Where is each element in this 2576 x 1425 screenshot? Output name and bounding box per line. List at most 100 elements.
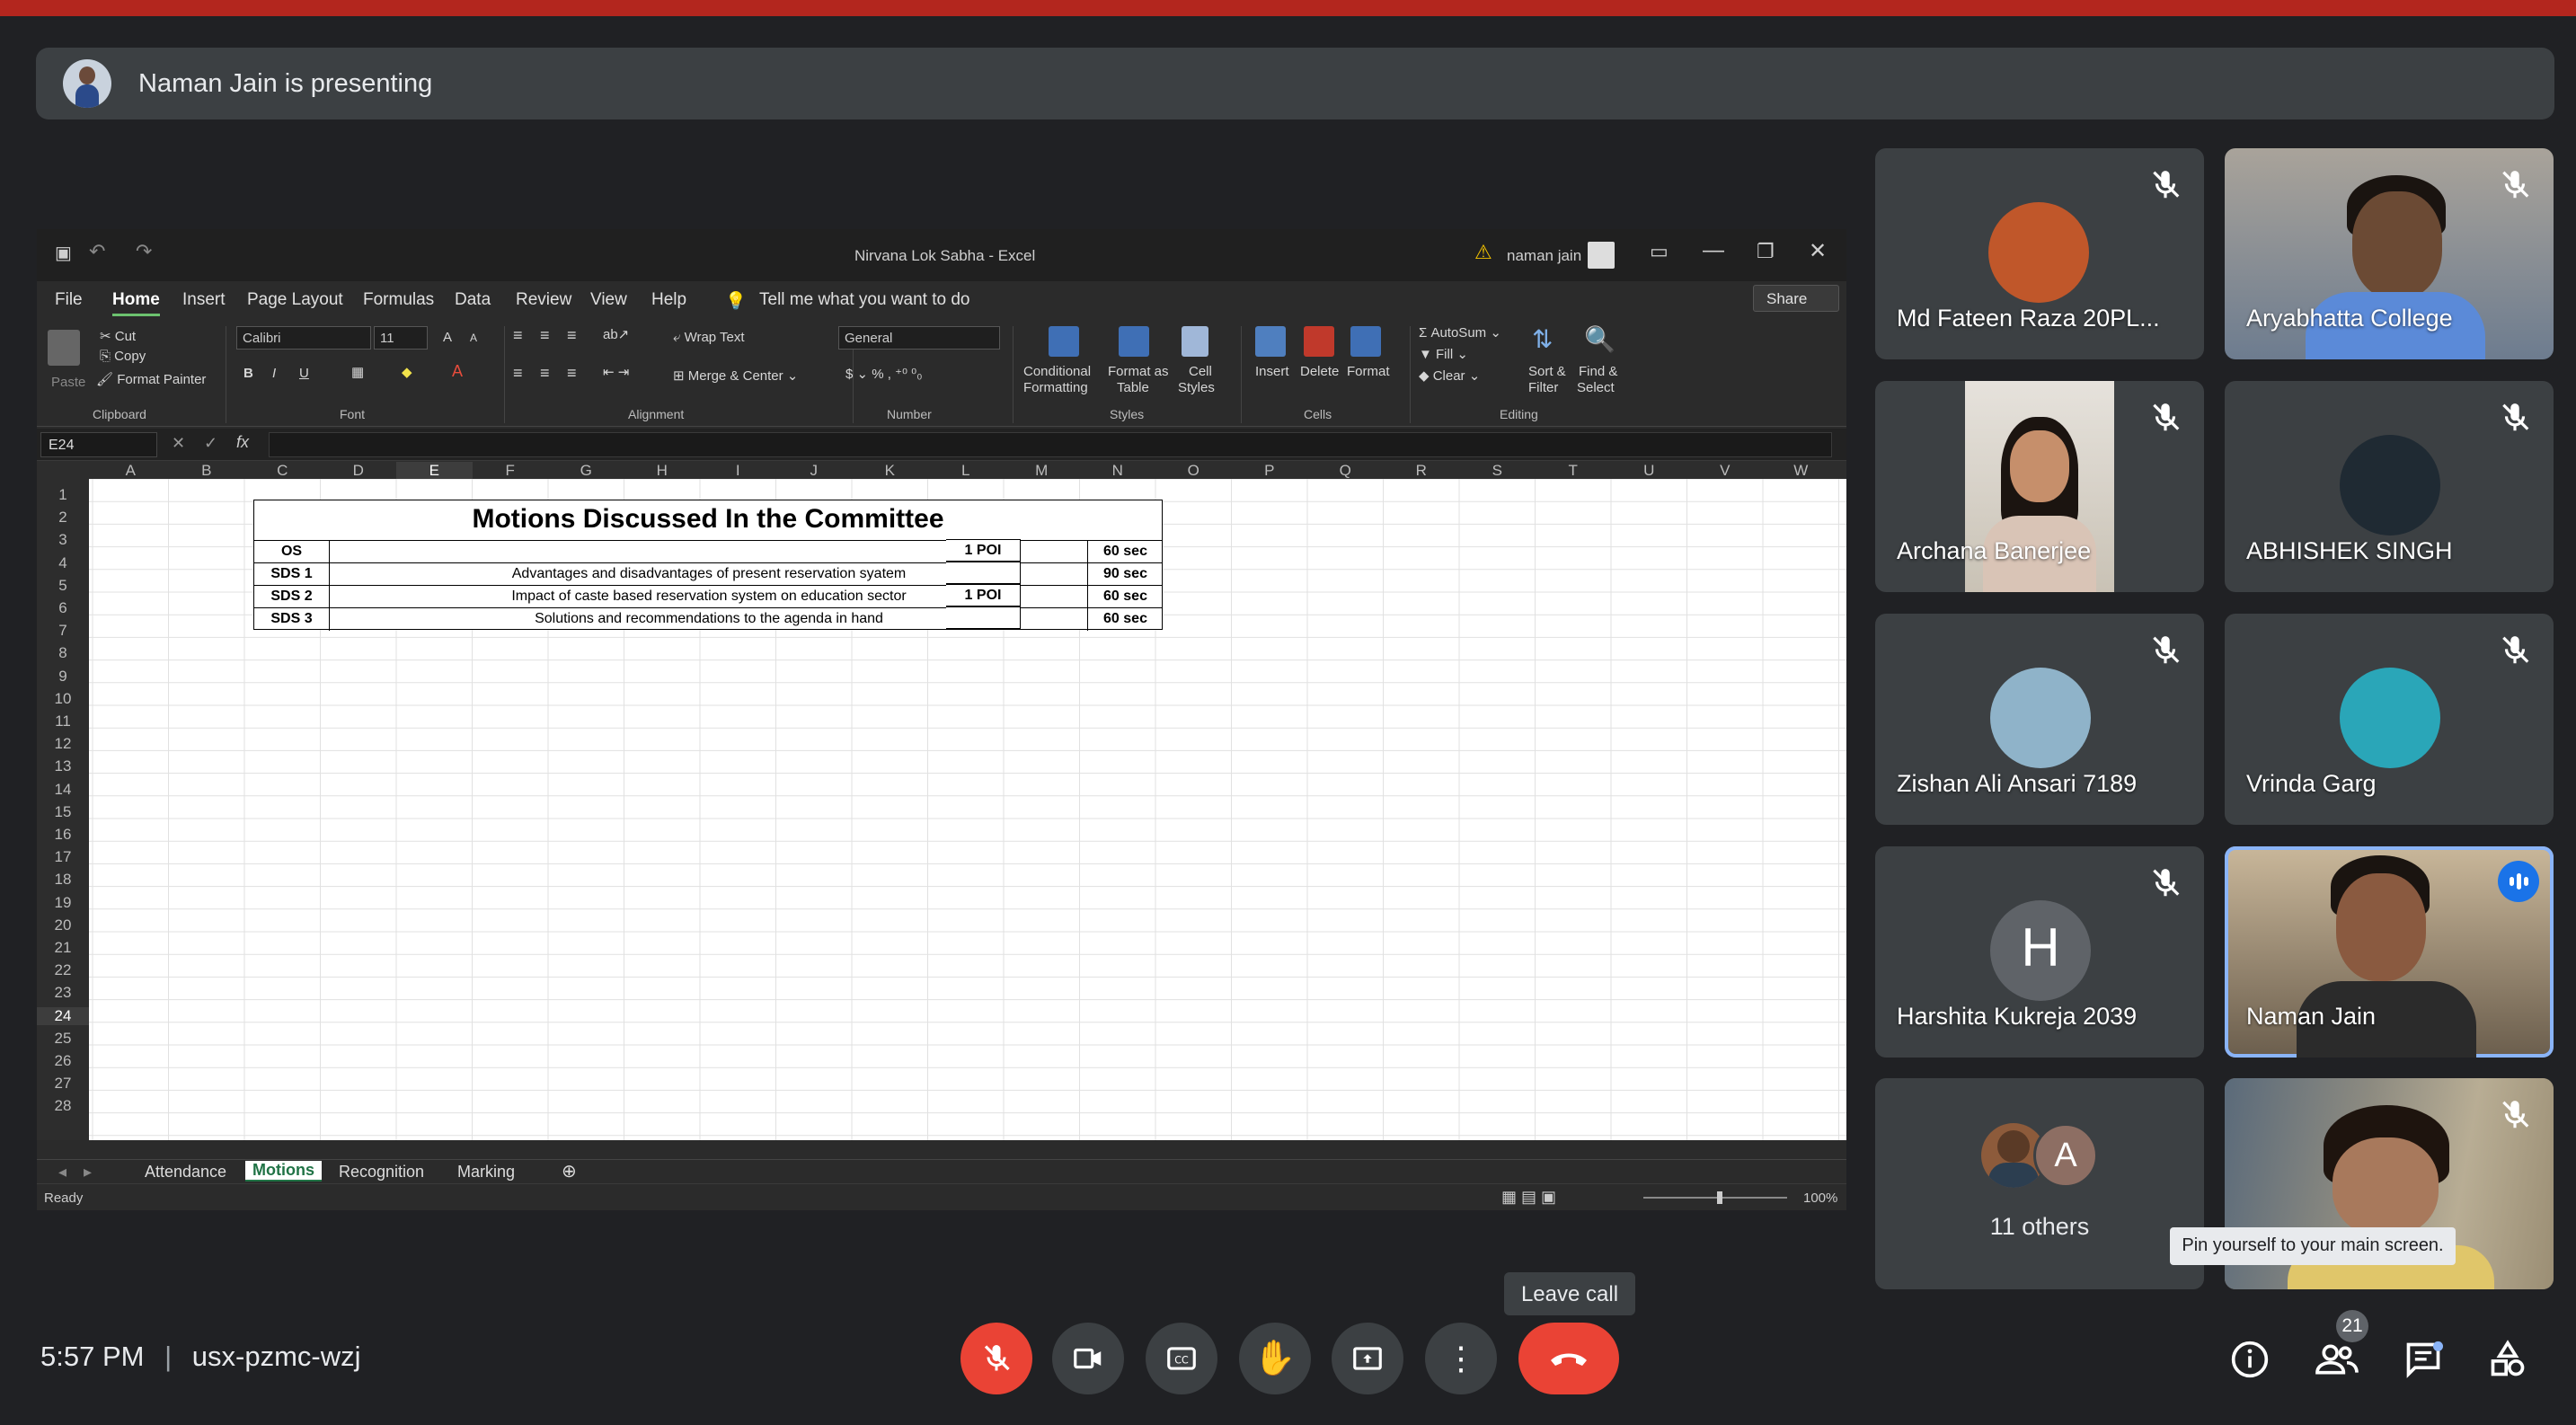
tell-me-search[interactable]: Tell me what you want to do [759,290,969,310]
decrease-font-icon[interactable]: A [470,332,477,344]
tab-view[interactable]: View [590,290,627,310]
column-header-T[interactable]: T [1536,462,1612,480]
row-header-22[interactable]: 22 [37,961,89,979]
column-header-R[interactable]: R [1384,462,1460,480]
column-header-A[interactable]: A [93,462,169,480]
tab-page-layout[interactable]: Page Layout [247,290,343,310]
row-header-6[interactable]: 6 [37,599,89,617]
row-header-20[interactable]: 20 [37,916,89,934]
align-top-icon[interactable]: ≡ [513,326,523,345]
number-format-select[interactable]: General [838,326,1000,350]
close-icon[interactable]: ✕ [1809,238,1827,264]
insert-cells-icon[interactable] [1255,326,1286,357]
fill-button[interactable]: ▼ Fill ⌄ [1419,346,1468,362]
sort-filter-label[interactable]: Sort & [1528,364,1566,379]
enter-formula-icon[interactable]: ✓ [204,434,217,453]
conditional-formatting-label-2[interactable]: Formatting [1023,380,1088,395]
find-select-icon[interactable]: 🔍 [1584,324,1616,354]
align-center-icon[interactable]: ≡ [540,364,550,383]
format-as-table-label[interactable]: Format as [1108,364,1169,379]
column-header-N[interactable]: N [1080,462,1156,480]
format-as-table-label-2[interactable]: Table [1117,380,1149,395]
minimize-icon[interactable]: — [1703,238,1724,263]
zoom-thumb[interactable] [1717,1191,1722,1204]
others-tile[interactable]: A 11 others [1875,1078,2204,1289]
column-header-O[interactable]: O [1155,462,1232,480]
column-header-E[interactable]: E [396,462,473,480]
cell-styles-label-2[interactable]: Styles [1178,380,1215,395]
row-header-8[interactable]: 8 [37,644,89,662]
tab-home[interactable]: Home [112,290,160,316]
row-header-5[interactable]: 5 [37,577,89,595]
mic-toggle-button[interactable] [960,1323,1032,1394]
row-header-7[interactable]: 7 [37,622,89,640]
formula-input[interactable] [269,432,1832,457]
column-header-M[interactable]: M [1004,462,1080,480]
cell-styles-label[interactable]: Cell [1189,364,1212,379]
row-header-12[interactable]: 12 [37,735,89,753]
row-header-24[interactable]: 24 [37,1006,89,1025]
ribbon-display-icon[interactable]: ▭ [1650,240,1669,263]
delete-cells-label[interactable]: Delete [1300,364,1339,379]
autosum-button[interactable]: Σ AutoSum ⌄ [1419,324,1501,341]
font-name-select[interactable]: Calibri [236,326,371,350]
column-header-J[interactable]: J [776,462,853,480]
row-header-26[interactable]: 26 [37,1052,89,1070]
row-header-4[interactable]: 4 [37,554,89,572]
chat-button[interactable] [2399,1335,2448,1384]
align-bottom-icon[interactable]: ≡ [567,326,577,345]
row-header-25[interactable]: 25 [37,1030,89,1048]
font-color-icon[interactable]: A [452,362,463,381]
format-cells-label[interactable]: Format [1347,364,1390,379]
captions-button[interactable]: CC [1146,1323,1217,1394]
participant-tile[interactable]: H Harshita Kukreja 2039 [1875,846,2204,1058]
number-format-icons[interactable]: $ ⌄ % , ⁺⁰ ⁰₀ [845,366,922,382]
row-header-17[interactable]: 17 [37,848,89,866]
bold-button[interactable]: B [243,366,253,381]
raise-hand-button[interactable]: ✋ [1239,1323,1311,1394]
more-options-button[interactable]: ⋮ [1425,1323,1497,1394]
tab-data[interactable]: Data [455,290,491,310]
column-header-I[interactable]: I [700,462,776,480]
column-header-B[interactable]: B [169,462,245,480]
font-size-select[interactable]: 11 [374,326,428,350]
camera-toggle-button[interactable] [1052,1323,1124,1394]
next-sheet-icon[interactable]: ▸ [84,1163,92,1182]
row-header-21[interactable]: 21 [37,939,89,957]
participant-tile[interactable]: Md Fateen Raza 20PL... [1875,148,2204,359]
participant-tile[interactable]: Aryabhatta College [2225,148,2554,359]
cancel-formula-icon[interactable]: ✕ [172,434,185,453]
tab-insert[interactable]: Insert [182,290,226,310]
leave-call-button[interactable] [1518,1323,1619,1394]
align-left-icon[interactable]: ≡ [513,364,523,383]
view-mode-icons[interactable]: ▦ ▤ ▣ [1501,1188,1556,1207]
italic-button[interactable]: I [272,366,276,381]
row-header-28[interactable]: 28 [37,1097,89,1115]
name-box[interactable]: E24 [40,432,157,457]
row-header-9[interactable]: 9 [37,668,89,686]
present-screen-button[interactable] [1332,1323,1403,1394]
participant-tile[interactable]: Zishan Ali Ansari 7189 [1875,614,2204,825]
row-header-11[interactable]: 11 [37,712,89,730]
row-header-23[interactable]: 23 [37,984,89,1002]
save-icon[interactable]: ▣ [55,242,72,264]
user-avatar[interactable] [1588,242,1615,269]
borders-icon[interactable]: ▦ [351,364,364,380]
row-header-18[interactable]: 18 [37,871,89,889]
column-header-U[interactable]: U [1611,462,1687,480]
zoom-slider[interactable] [1643,1197,1787,1199]
row-header-3[interactable]: 3 [37,531,89,549]
clear-button[interactable]: ◆ Clear ⌄ [1419,367,1480,384]
merge-center-button[interactable]: ⊞ Merge & Center ⌄ [673,367,798,384]
column-header-K[interactable]: K [852,462,928,480]
column-header-Q[interactable]: Q [1307,462,1384,480]
row-header-27[interactable]: 27 [37,1075,89,1093]
tab-file[interactable]: File [55,290,83,310]
row-header-16[interactable]: 16 [37,826,89,844]
row-header-10[interactable]: 10 [37,690,89,708]
conditional-formatting-icon[interactable] [1049,326,1079,357]
format-as-table-icon[interactable] [1119,326,1149,357]
increase-font-icon[interactable]: A [443,330,452,345]
cell-styles-icon[interactable] [1182,326,1208,357]
sheet-tab-motions[interactable]: Motions [245,1161,322,1182]
